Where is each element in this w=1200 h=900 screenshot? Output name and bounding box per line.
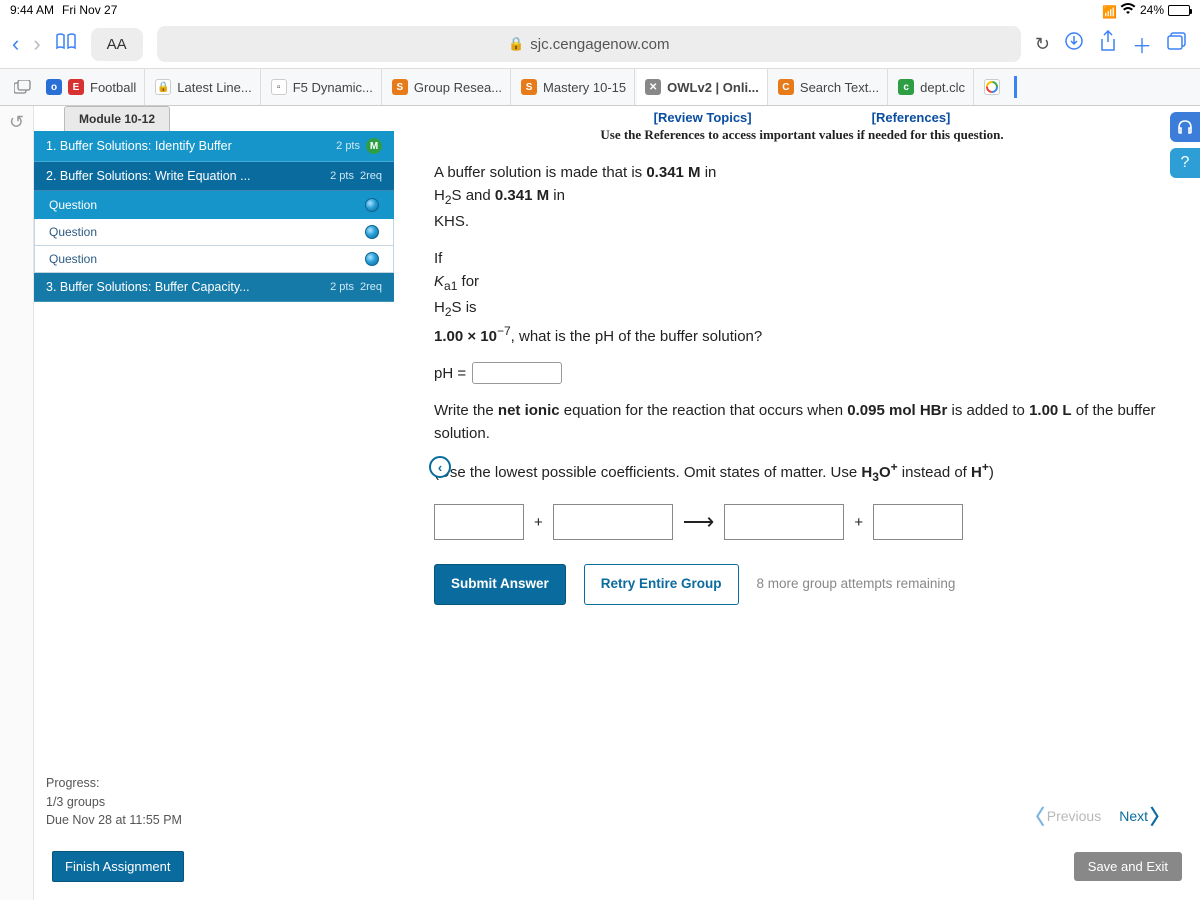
battery-percent: 24%: [1140, 3, 1164, 17]
chevron-left-icon: 〈: [1025, 801, 1045, 830]
reaction-arrow-icon: ⟶: [683, 505, 715, 539]
progress-box: Progress: 1/3 groups Due Nov 28 at 11:55…: [34, 774, 394, 830]
reference-note: Use the References to access important v…: [424, 127, 1180, 155]
save-exit-button[interactable]: Save and Exit: [1074, 852, 1182, 881]
url-text: sjc.cengagenow.com: [530, 36, 669, 53]
help-icon[interactable]: ?: [1170, 148, 1200, 178]
wifi-icon: [1120, 3, 1136, 18]
reactant-2-input[interactable]: [553, 504, 673, 540]
tab-google[interactable]: [976, 69, 1008, 105]
product-2-input[interactable]: [873, 504, 963, 540]
favicon-x: ✕: [645, 79, 661, 95]
question-body: A buffer solution is made that is 0.341 …: [424, 155, 1180, 605]
submit-button[interactable]: Submit Answer: [434, 564, 566, 605]
battery-icon: [1168, 5, 1190, 16]
favicon-f5: ▫: [271, 79, 287, 95]
previous-link[interactable]: 〈 Previous: [1025, 801, 1101, 830]
status-time: 9:44 AM: [10, 3, 54, 17]
retry-button[interactable]: Retry Entire Group: [584, 564, 739, 605]
module-tab[interactable]: Module 10-12: [64, 106, 170, 131]
chevron-right-icon: 〉: [1150, 801, 1170, 830]
plus-sign-2: +: [854, 511, 863, 534]
reload-icon[interactable]: ↻: [1035, 34, 1050, 55]
question-pane: [Review Topics] [References] Use the Ref…: [394, 106, 1200, 900]
equation-row: + ⟶ +: [434, 504, 1170, 540]
plus-sign: +: [534, 511, 543, 534]
back-button[interactable]: ‹: [12, 31, 19, 57]
tab-group-research[interactable]: S Group Resea...: [384, 69, 511, 105]
ph-label: pH =: [434, 362, 466, 385]
swoosh-icon[interactable]: ↺: [7, 112, 27, 132]
browser-tabs: o E Football 🔒 Latest Line... ▫ F5 Dynam…: [0, 68, 1200, 106]
tool-rail: ↺: [0, 106, 34, 900]
forward-button[interactable]: ›: [33, 31, 40, 57]
address-bar[interactable]: 🔒 sjc.cengagenow.com: [157, 26, 1021, 62]
ph-input[interactable]: [472, 362, 562, 384]
product-1-input[interactable]: [724, 504, 844, 540]
download-icon[interactable]: [1064, 31, 1084, 57]
sub-question-3[interactable]: Question: [34, 246, 394, 273]
review-topics-link[interactable]: [Review Topics]: [654, 110, 752, 125]
text-size-button[interactable]: AA: [91, 28, 143, 61]
tab-overflow-indicator: [1014, 76, 1017, 98]
sidebar-item-1[interactable]: 1. Buffer Solutions: Identify Buffer 2 p…: [34, 131, 394, 162]
safari-toolbar: ‹ › AA 🔒 sjc.cengagenow.com ↻ ＋: [0, 20, 1200, 68]
tab-mastery[interactable]: S Mastery 10-15: [513, 69, 635, 105]
share-icon[interactable]: [1098, 30, 1118, 58]
tab-owlv2[interactable]: ✕ OWLv2 | Onli...: [637, 69, 768, 105]
bookmarks-icon[interactable]: [55, 32, 77, 56]
support-headset-icon[interactable]: [1170, 112, 1200, 142]
cellular-icon: 📶: [1102, 5, 1116, 15]
sub-question-2[interactable]: Question: [34, 219, 394, 246]
new-tab-icon[interactable]: ＋: [1132, 30, 1152, 59]
next-link[interactable]: Next 〉: [1119, 801, 1170, 830]
favicon-lock: 🔒: [155, 79, 171, 95]
tab-dept[interactable]: c dept.clc: [890, 69, 974, 105]
status-dot-icon: [365, 198, 379, 212]
favicon-google: [984, 79, 1000, 95]
tab-f5[interactable]: ▫ F5 Dynamic...: [263, 69, 382, 105]
favicon-sierra: S: [392, 79, 408, 95]
favicon-outlook: o: [46, 79, 62, 95]
tab-football[interactable]: o E Football: [38, 69, 145, 105]
lock-icon: 🔒: [508, 36, 524, 52]
reactant-1-input[interactable]: [434, 504, 524, 540]
tab-overview-icon[interactable]: [6, 69, 36, 105]
finish-assignment-button[interactable]: Finish Assignment: [52, 851, 184, 882]
status-dot-icon: [365, 225, 379, 239]
collapse-sidebar-icon[interactable]: ‹: [429, 456, 451, 478]
favicon-c: C: [778, 79, 794, 95]
tab-latest-line[interactable]: 🔒 Latest Line...: [147, 69, 260, 105]
tab-search-text[interactable]: C Search Text...: [770, 69, 888, 105]
ipad-status-bar: 9:44 AM Fri Nov 27 📶 24%: [0, 0, 1200, 20]
attempts-remaining: 8 more group attempts remaining: [757, 574, 956, 595]
tabs-icon[interactable]: [1166, 31, 1188, 57]
sidebar-item-3[interactable]: 3. Buffer Solutions: Buffer Capacity... …: [34, 273, 394, 302]
status-dot-icon: [365, 252, 379, 266]
status-date: Fri Nov 27: [62, 3, 117, 17]
sidebar-item-2[interactable]: 2. Buffer Solutions: Write Equation ... …: [34, 162, 394, 191]
favicon-espn: E: [68, 79, 84, 95]
sub-question-1[interactable]: Question: [34, 191, 394, 219]
favicon-dept: c: [898, 79, 914, 95]
favicon-sierra2: S: [521, 79, 537, 95]
references-link[interactable]: [References]: [872, 110, 951, 125]
mastery-badge-icon: M: [366, 138, 382, 154]
